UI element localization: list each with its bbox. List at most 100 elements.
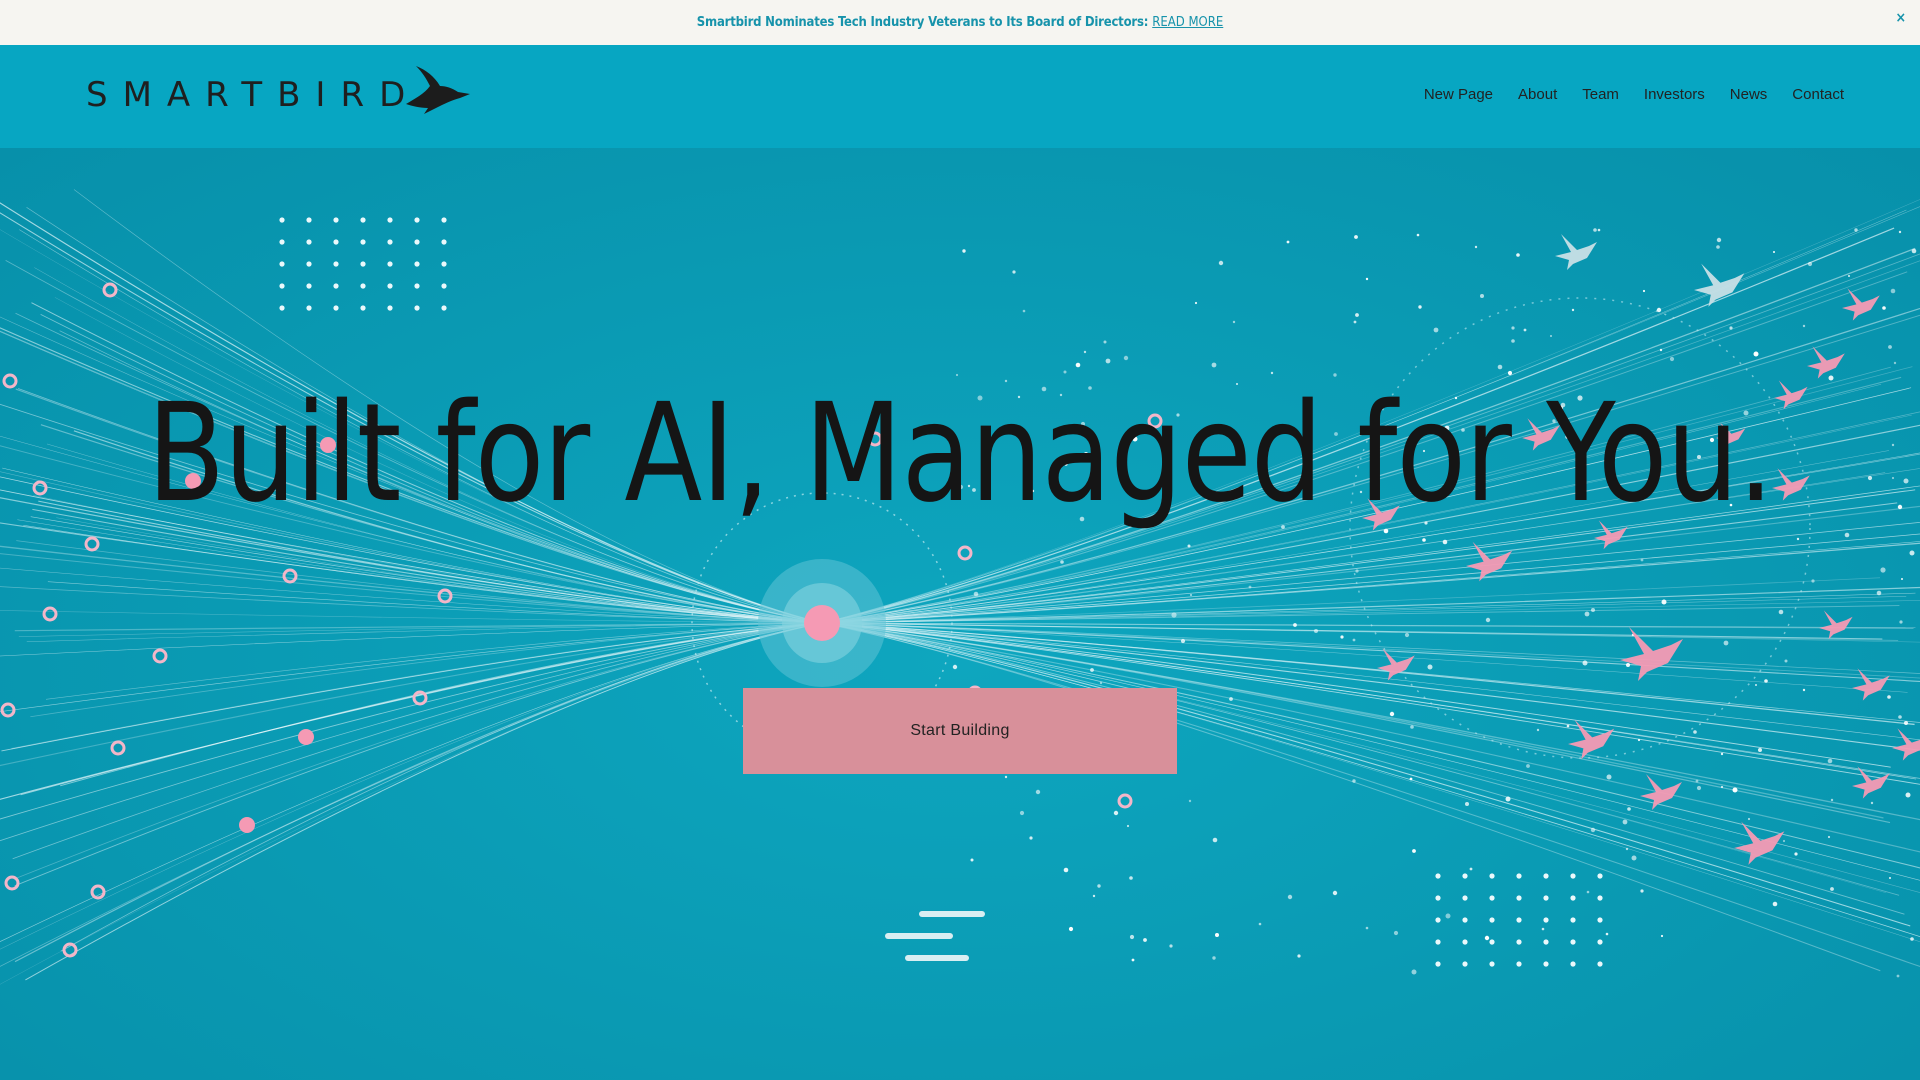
particle-dot	[1876, 590, 1882, 596]
particle-dot	[1212, 956, 1216, 960]
grid-dot	[414, 261, 420, 267]
grid-dot	[1435, 873, 1441, 879]
light-ray	[0, 622, 823, 985]
particle-dot	[1593, 228, 1597, 232]
particle-dot	[1068, 926, 1074, 932]
nav-team[interactable]: Team	[1582, 86, 1619, 103]
particle-dot	[1485, 617, 1491, 623]
grid-dot	[279, 305, 285, 311]
particle-dot	[1584, 611, 1590, 617]
grid-dot	[1516, 917, 1522, 923]
bird-icon	[1852, 668, 1890, 701]
particle-dot	[1393, 930, 1399, 936]
light-ray	[821, 622, 1881, 972]
light-ray	[25, 622, 823, 981]
particle-dot	[970, 858, 974, 862]
particle-dot	[1143, 938, 1147, 942]
particle-dot	[1891, 443, 1895, 447]
particle-dot	[1526, 764, 1530, 768]
grid-dot	[441, 261, 447, 267]
read-more-link[interactable]: READ MORE	[1152, 15, 1223, 30]
light-ray	[0, 622, 823, 942]
particle-dot	[1882, 306, 1886, 310]
logo[interactable]: SMARTBIRD	[86, 66, 472, 120]
particle-dot	[1418, 305, 1422, 309]
particle-dot	[1640, 558, 1644, 562]
start-building-button[interactable]: Start Building	[743, 688, 1177, 774]
nav-about[interactable]: About	[1518, 86, 1557, 103]
bird-icon	[1819, 610, 1853, 640]
particle-dot	[1729, 326, 1733, 330]
particle-dot	[1131, 958, 1135, 962]
grid-dot	[1516, 939, 1522, 945]
close-icon[interactable]: ×	[1895, 10, 1906, 26]
grid-dot	[414, 305, 420, 311]
particle-dot	[1811, 579, 1815, 583]
network-node	[152, 648, 168, 664]
particle-dot	[1355, 569, 1359, 573]
particle-dot	[1097, 884, 1101, 888]
particle-dot	[1105, 358, 1111, 364]
particle-dot	[1880, 567, 1886, 573]
grid-dot	[333, 239, 339, 245]
grid-dot	[360, 283, 366, 289]
particle-dot	[1720, 785, 1724, 789]
light-ray	[14, 622, 823, 963]
nav-new-page[interactable]: New Page	[1424, 86, 1493, 103]
particle-dot	[1899, 620, 1903, 624]
particle-dot	[1631, 855, 1637, 861]
particle-dot	[1063, 370, 1067, 374]
grid-dot	[1543, 873, 1549, 879]
grid-dot	[306, 217, 312, 223]
grid-dot	[1435, 917, 1441, 923]
grid-dot	[306, 283, 312, 289]
network-node	[110, 740, 126, 756]
particle-dot	[1445, 913, 1451, 919]
particle-dot	[1802, 324, 1806, 328]
particle-dot	[1659, 348, 1663, 352]
particle-dot	[1480, 294, 1484, 298]
particle-dot	[1248, 585, 1252, 589]
grid-dot	[1462, 961, 1468, 967]
grid-dot	[360, 239, 366, 245]
particle-dot	[1297, 954, 1301, 958]
grid-dot	[279, 261, 285, 267]
grid-dot	[1489, 873, 1495, 879]
particle-dot	[1755, 684, 1757, 686]
particle-dot	[1626, 663, 1630, 667]
particle-dot	[1352, 779, 1356, 783]
grid-dot	[279, 217, 285, 223]
nav-news[interactable]: News	[1730, 86, 1768, 103]
grid-dot	[1435, 939, 1441, 945]
particle-dot	[1890, 288, 1896, 294]
grid-dot	[1462, 917, 1468, 923]
particle-dot	[1898, 230, 1902, 234]
particle-dot	[1848, 275, 1850, 277]
grid-dot	[1543, 939, 1549, 945]
bird-icon	[1555, 234, 1597, 270]
bird-icon	[1466, 541, 1513, 582]
particle-dot	[1867, 475, 1873, 481]
particle-dot	[1258, 922, 1262, 926]
particle-dot	[1773, 251, 1775, 253]
grid-dot	[279, 239, 285, 245]
particle-dot	[1696, 785, 1702, 791]
particle-dot	[1189, 593, 1193, 597]
nav-contact[interactable]: Contact	[1792, 86, 1844, 103]
grid-dot	[414, 283, 420, 289]
main-nav: New Page About Team Investors News Conta…	[1424, 86, 1844, 103]
grid-dot	[306, 305, 312, 311]
network-node	[102, 282, 118, 298]
particle-dot	[1888, 345, 1892, 349]
grid-dot	[1570, 939, 1576, 945]
particle-dot	[1893, 361, 1897, 365]
grid-dot	[333, 261, 339, 267]
network-node	[2, 373, 18, 389]
network-node	[239, 817, 255, 833]
grid-dot	[1435, 895, 1441, 901]
grid-dot	[1570, 961, 1576, 967]
particle-dot	[1187, 544, 1191, 548]
nav-investors[interactable]: Investors	[1644, 86, 1705, 103]
grid-dot	[1516, 873, 1522, 879]
particle-dot	[1442, 539, 1448, 545]
